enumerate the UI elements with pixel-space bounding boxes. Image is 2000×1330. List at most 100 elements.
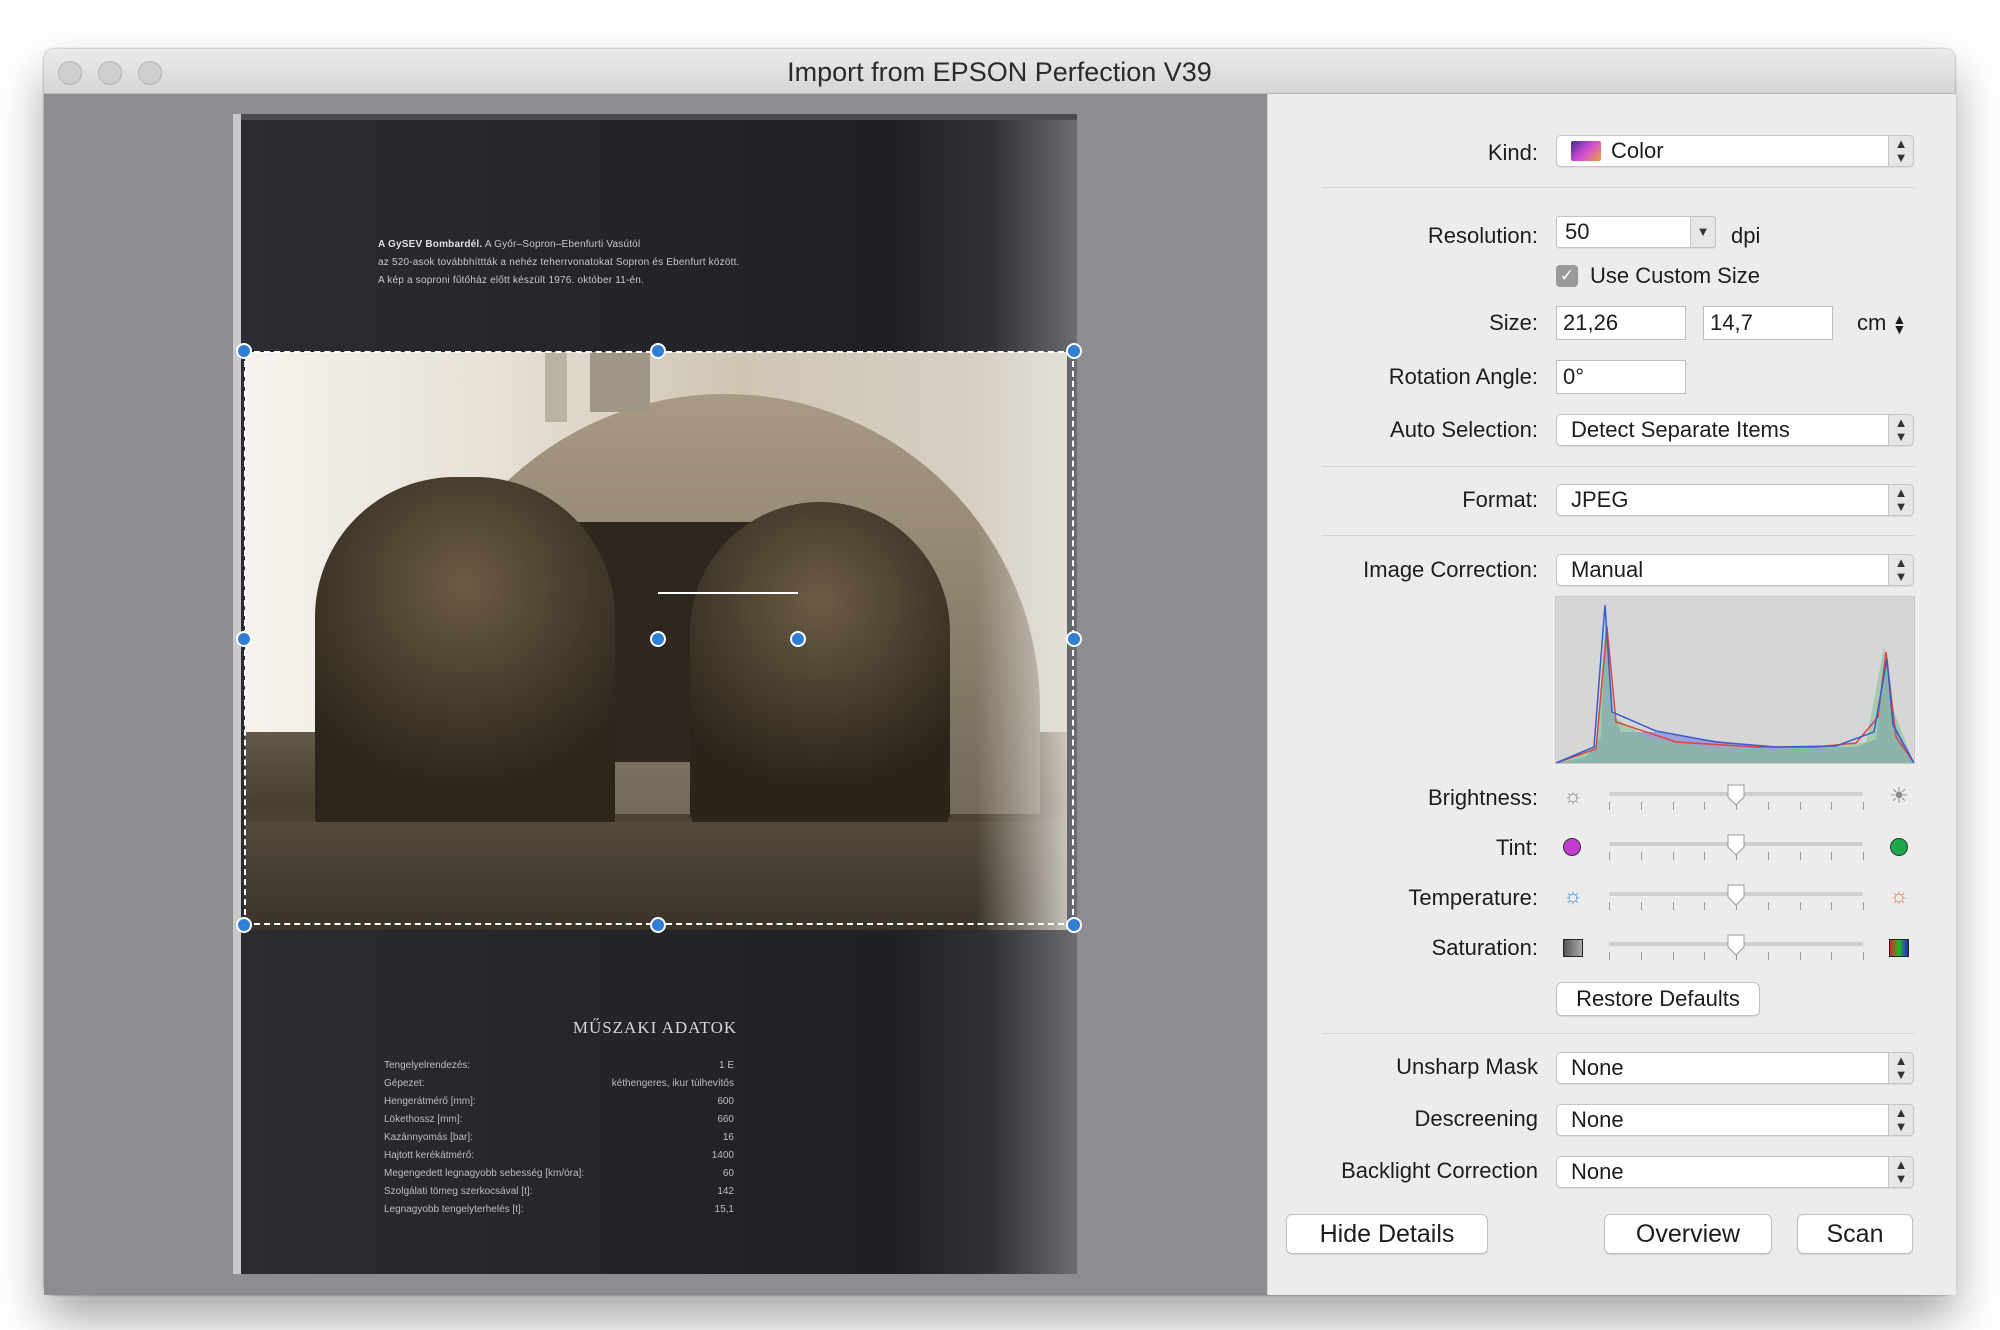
tech-row: Gépezet: kéthengeres, ikur túlhevítős <box>384 1075 734 1093</box>
tint-slider-tick <box>1609 852 1610 860</box>
tech-data-title: MŰSZAKI ADATOK <box>572 1018 738 1037</box>
tech-key: Legnagyobb tengelyterhelés [t]: <box>384 1204 524 1215</box>
rotation-angle-label: Rotation Angle: <box>1388 364 1538 389</box>
tech-key: Tengelyelrendezés: <box>384 1060 471 1071</box>
image-correction-label: Image Correction: <box>1363 557 1538 582</box>
image-correction-popup[interactable]: Manual ▲ ▼ <box>1556 554 1914 586</box>
tech-key: Kazánnyomás [bar]: <box>384 1132 473 1143</box>
tint-slider-tick <box>1704 852 1706 860</box>
resolution-combo[interactable]: 50 ▼ <box>1556 216 1716 248</box>
separator <box>1322 535 1915 536</box>
backlight-correction-popup[interactable]: None ▲ ▼ <box>1556 1156 1914 1188</box>
brightness-slider-tick <box>1672 802 1674 810</box>
selection-handle-top[interactable] <box>650 343 666 359</box>
caption-line-2: az 520-asok továbbhíttták a nehéz teherr… <box>378 257 740 268</box>
tint-slider-knob[interactable] <box>1727 834 1745 856</box>
histogram <box>1555 596 1915 764</box>
rotation-handle[interactable] <box>790 631 806 647</box>
temperature-slider-tick <box>1704 902 1706 910</box>
temperature-slider-tick <box>1863 902 1864 910</box>
caption-line-3: A kép a soproni fűtőház előtt készült 19… <box>378 275 645 286</box>
descreening-popup[interactable]: None ▲ ▼ <box>1556 1104 1914 1136</box>
size-unit-popup[interactable]: cm ▲ ▼ <box>1857 310 1906 336</box>
rotation-handle-center[interactable] <box>650 631 666 647</box>
tech-row: Kazánnyomás [bar]: 16 <box>384 1129 734 1147</box>
resolution-label: Resolution: <box>1427 223 1538 248</box>
saturation-slider-tick <box>1672 952 1674 960</box>
use-custom-size-checkbox[interactable]: ✓ <box>1556 265 1578 287</box>
selection-handle-bottom-left[interactable] <box>236 917 252 933</box>
restore-defaults-button[interactable]: Restore Defaults <box>1556 982 1760 1016</box>
size-height-field[interactable]: 14,7 <box>1703 306 1833 340</box>
selection-handle-bottom-right[interactable] <box>1066 917 1082 933</box>
caption-line-1: A Győr–Sopron–Ebenfurti Vasútól <box>484 239 641 250</box>
stepper-icon: ▲ ▼ <box>1892 311 1907 338</box>
tech-value: 600 <box>717 1096 734 1107</box>
backlight-correction-value: None <box>1571 1159 1624 1184</box>
saturation-slider-tick <box>1640 952 1642 960</box>
saturation-slider-tick <box>1831 952 1833 960</box>
size-width-field[interactable]: 21,26 <box>1556 306 1686 340</box>
title-bar: Import from EPSON Perfection V39 <box>44 49 1955 94</box>
temperature-slider-tick <box>1799 902 1801 910</box>
stepper-icon: ▲ ▼ <box>1888 484 1914 516</box>
selection-handle-right[interactable] <box>1066 631 1082 647</box>
descreening-label: Descreening <box>1414 1106 1538 1131</box>
format-label: Format: <box>1462 487 1538 512</box>
kind-label: Kind: <box>1487 140 1538 165</box>
selection-handle-left[interactable] <box>236 631 252 647</box>
tint-slider-tick <box>1863 852 1864 860</box>
saturation-label: Saturation: <box>1431 935 1538 960</box>
brightness-slider-tick <box>1640 802 1642 810</box>
selection-handle-top-right[interactable] <box>1066 343 1082 359</box>
saturation-high-icon <box>1889 939 1909 957</box>
overview-button[interactable]: Overview <box>1604 1214 1772 1254</box>
temperature-slider-tick <box>1831 902 1833 910</box>
stepper-icon: ▲ ▼ <box>1888 1052 1914 1084</box>
tech-value: 60 <box>722 1168 734 1179</box>
window-title: Import from EPSON Perfection V39 <box>787 57 1212 87</box>
image-correction-value: Manual <box>1571 557 1644 582</box>
kind-popup[interactable]: Color ▲ ▼ <box>1556 135 1914 167</box>
tech-value: 142 <box>717 1186 734 1197</box>
unsharp-mask-popup[interactable]: None ▲ ▼ <box>1556 1052 1914 1084</box>
brightness-label: Brightness: <box>1427 785 1538 810</box>
saturation-slider-tick <box>1767 952 1769 960</box>
tint-slider-tick <box>1672 852 1674 860</box>
saturation-slider-tick <box>1863 952 1864 960</box>
tech-value: 16 <box>722 1132 734 1143</box>
page-top-edge <box>233 114 1077 120</box>
brightness-slider-knob[interactable] <box>1727 784 1745 806</box>
tech-row: Hajtott kerékátmérő: 1400 <box>384 1147 734 1165</box>
scan-button[interactable]: Scan <box>1797 1214 1913 1254</box>
format-popup[interactable]: JPEG ▲ ▼ <box>1556 484 1914 516</box>
rotation-angle-field[interactable]: 0° <box>1556 360 1686 394</box>
tint-slider-tick <box>1831 852 1833 860</box>
auto-selection-value: Detect Separate Items <box>1571 417 1790 442</box>
selection-handle-top-left[interactable] <box>236 343 252 359</box>
tech-row: Megengedett legnagyobb sebesség [km/óra]… <box>384 1165 734 1183</box>
tech-key: Hengerátmérő [mm]: <box>384 1096 476 1107</box>
selection-handle-bottom[interactable] <box>650 917 666 933</box>
temperature-slider-tick <box>1640 902 1642 910</box>
separator <box>1322 466 1915 467</box>
stepper-icon: ▲ ▼ <box>1888 414 1914 446</box>
tech-key: Megengedett legnagyobb sebesség [km/óra]… <box>384 1168 585 1179</box>
tint-label: Tint: <box>1496 835 1538 860</box>
size-unit: cm <box>1857 310 1887 335</box>
unsharp-mask-label: Unsharp Mask <box>1396 1054 1538 1079</box>
hide-details-button[interactable]: Hide Details <box>1286 1214 1488 1254</box>
tech-key: Szolgálati tömeg szerkocsával [t]: <box>384 1186 533 1197</box>
auto-selection-label: Auto Selection: <box>1390 417 1538 442</box>
temperature-slider-knob[interactable] <box>1727 884 1745 906</box>
tech-value: 1400 <box>711 1150 734 1161</box>
descreening-value: None <box>1571 1107 1624 1132</box>
tech-row: Szolgálati tömeg szerkocsával [t]: 142 <box>384 1183 734 1201</box>
tint-slider-tick <box>1767 852 1769 860</box>
auto-selection-popup[interactable]: Detect Separate Items ▲ ▼ <box>1556 414 1914 446</box>
tech-value: 660 <box>717 1114 734 1125</box>
kind-stepper-icon: ▲ ▼ <box>1888 135 1914 167</box>
saturation-slider-knob[interactable] <box>1727 934 1745 956</box>
caption-bold: A GySEV Bombardél. <box>378 239 483 250</box>
stepper-icon: ▲ ▼ <box>1888 554 1914 586</box>
